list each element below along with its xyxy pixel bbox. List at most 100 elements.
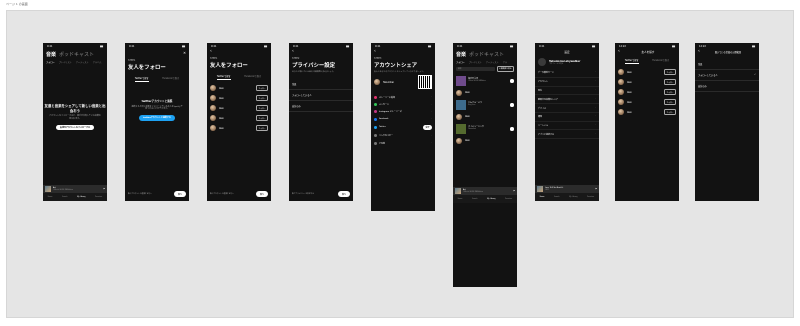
back-icon[interactable]: ‹ (292, 49, 294, 55)
settings-item[interactable]: デバイス › (535, 104, 599, 113)
filter-button[interactable]: 公開範囲を絞る (496, 66, 514, 72)
skip-link[interactable]: 後にアカウントと連携する方へ (128, 193, 152, 195)
mini-player[interactable]: Art Official HIGE DANdism ▶ (43, 185, 107, 193)
profile-row[interactable]: Takumi.kai.skywalker プロフィールを見る (535, 55, 599, 69)
settings-item[interactable]: データ節約モード › (535, 69, 599, 78)
nav-search[interactable]: Search (62, 197, 67, 198)
settings-item[interactable]: 通知 › (535, 113, 599, 122)
page-title: プライバシー設定 (292, 63, 336, 69)
share-twitter[interactable]: Twitter 完了 (371, 123, 435, 132)
follow-button[interactable]: フォロー (664, 89, 676, 95)
subtab-follow[interactable]: フォロー (456, 60, 465, 64)
next-button[interactable]: 次へ (337, 191, 350, 197)
tab-twitter[interactable]: Twitterで探す (134, 75, 149, 82)
skip-link[interactable]: 後にアカウントと連携する方へ (210, 193, 234, 195)
phone-follow-feed: 9:41 ▮▮▮ 音楽 ポッドキャスト フォロー プレイリスト アーティスト アル… (453, 43, 517, 287)
follow-button[interactable]: フォロー (256, 115, 268, 121)
share-copy-link[interactable]: リンクをコピー › (371, 132, 435, 139)
share-story[interactable]: ストーリーに追加 › (371, 93, 435, 100)
settings-item[interactable]: アカウント › (535, 78, 599, 87)
play-icon[interactable] (510, 126, 514, 131)
follow-friends-button[interactable]: 友達のアカウントをフォローする (55, 124, 94, 131)
close-icon[interactable]: ✕ (183, 51, 186, 55)
tab-facebook[interactable]: Facebookで探す (162, 75, 179, 82)
share-message[interactable]: メッセージ › (371, 101, 435, 108)
nav-library[interactable]: My Library (77, 197, 85, 198)
subtab-album[interactable]: アルバム (93, 60, 102, 64)
list-item[interactable]: 海が不えま Official HIGE DANdism (453, 74, 517, 88)
search-input[interactable]: 検索 (456, 66, 495, 71)
settings-item[interactable]: アプリと接続する › (535, 130, 599, 140)
friend-row: Alex フォロー (207, 123, 271, 133)
settings-item[interactable]: ソーシャル › (535, 122, 599, 131)
back-icon[interactable]: ‹ (374, 49, 376, 55)
option-only-me[interactable]: 自分のみ (289, 101, 353, 113)
nav-library[interactable]: My Library (569, 197, 577, 198)
podcast-tab[interactable]: ポッドキャスト (469, 51, 504, 58)
next-button[interactable]: 次へ (173, 191, 186, 197)
album-art (455, 188, 461, 194)
play-icon[interactable]: ▶ (596, 188, 597, 190)
option-followers[interactable]: フォローしている人 ✓ (695, 70, 759, 81)
follow-button[interactable]: フォロー (256, 105, 268, 111)
option-everyone[interactable]: 全員 (289, 79, 353, 91)
settings-item[interactable]: 再生 › (535, 87, 599, 96)
subtab-follow[interactable]: フォロー (46, 60, 55, 64)
connect-twitter-button[interactable]: twitterアカウントと連携する (139, 114, 175, 121)
status-bar: 9:41 ▮▮▮ (129, 44, 185, 48)
tab-facebook[interactable]: Facebookで探す (652, 57, 669, 64)
music-tab[interactable]: 音楽 (456, 51, 466, 58)
done-button[interactable]: 完了 (423, 125, 432, 130)
subtab-album[interactable]: アル (503, 60, 507, 64)
nav-search[interactable]: Search (472, 199, 477, 200)
follow-button[interactable]: フォロー (664, 69, 676, 75)
play-icon[interactable] (510, 102, 514, 107)
friend-row: Alex (453, 88, 517, 98)
link-icon (374, 134, 377, 138)
nav-home[interactable]: Home (48, 197, 53, 198)
play-icon[interactable] (510, 78, 514, 83)
list-item[interactable]: マイミュージック Takumikai (453, 122, 517, 136)
subtab-artist[interactable]: アーティスト (76, 60, 89, 64)
podcast-tab[interactable]: ポッドキャスト (59, 51, 94, 58)
follow-button[interactable]: フォロー (256, 125, 268, 131)
subtab-artist[interactable]: アーティスト (486, 60, 499, 64)
skip-link[interactable]: 後でプライバシーを設定する (292, 193, 314, 195)
step-label: STEP2 (292, 57, 300, 60)
option-only-me[interactable]: 自分のみ (695, 81, 759, 92)
phone-step1-friends: 9:41 ▮▮▮ ‹ STEP1 友人をフォロー Twitterで探す Faceb… (207, 43, 271, 201)
follow-button[interactable]: フォロー (256, 95, 268, 101)
mini-player[interactable]: Love Trill Ver.Beat.ft. LEXI ▶ (535, 185, 599, 193)
play-icon[interactable]: ▶ (514, 190, 515, 192)
tab-facebook[interactable]: Facebookで探す (244, 73, 261, 80)
nav-home[interactable]: Home (458, 199, 463, 200)
follow-button[interactable]: フォロー (664, 79, 676, 85)
follow-button[interactable]: フォロー (256, 85, 268, 91)
option-everyone[interactable]: 全員 (695, 59, 759, 70)
share-more[interactable]: その他 › (371, 139, 435, 146)
share-facebook[interactable]: Facebook › (371, 116, 435, 123)
album-art (45, 186, 51, 192)
nav-premium[interactable]: Premium (95, 197, 102, 198)
tab-twitter[interactable]: Twitterで探す (624, 57, 639, 64)
share-instagram[interactable]: Instagram ストーリーズ › (371, 108, 435, 115)
nav-library[interactable]: My Library (487, 199, 495, 200)
nav-premium[interactable]: Premium (505, 199, 512, 200)
nav-search[interactable]: Search (554, 197, 559, 198)
back-icon[interactable]: ‹ (210, 49, 212, 55)
subtab-playlist[interactable]: プレイリスト (59, 60, 72, 64)
music-tab[interactable]: 音楽 (46, 51, 56, 58)
settings-item[interactable]: 聴取中の音楽をシェア › (535, 95, 599, 105)
subtab-playlist[interactable]: プレイリスト (469, 60, 482, 64)
follow-button[interactable]: フォロー (664, 109, 676, 115)
profile-link[interactable]: プロフィールを見る (549, 63, 580, 65)
mini-player[interactable]: Art Official HIGE DANdism ▶ (453, 187, 517, 195)
nav-premium[interactable]: Premium (587, 197, 594, 198)
nav-home[interactable]: Home (540, 197, 545, 198)
list-item[interactable]: エムバル・ミラ King Gnu (453, 98, 517, 112)
tab-twitter[interactable]: Twitterで探す (216, 73, 231, 80)
next-button[interactable]: 次へ (255, 191, 268, 197)
option-followers[interactable]: フォローしている人 (289, 90, 353, 102)
play-icon[interactable]: ▶ (104, 188, 105, 190)
follow-button[interactable]: フォロー (664, 99, 676, 105)
